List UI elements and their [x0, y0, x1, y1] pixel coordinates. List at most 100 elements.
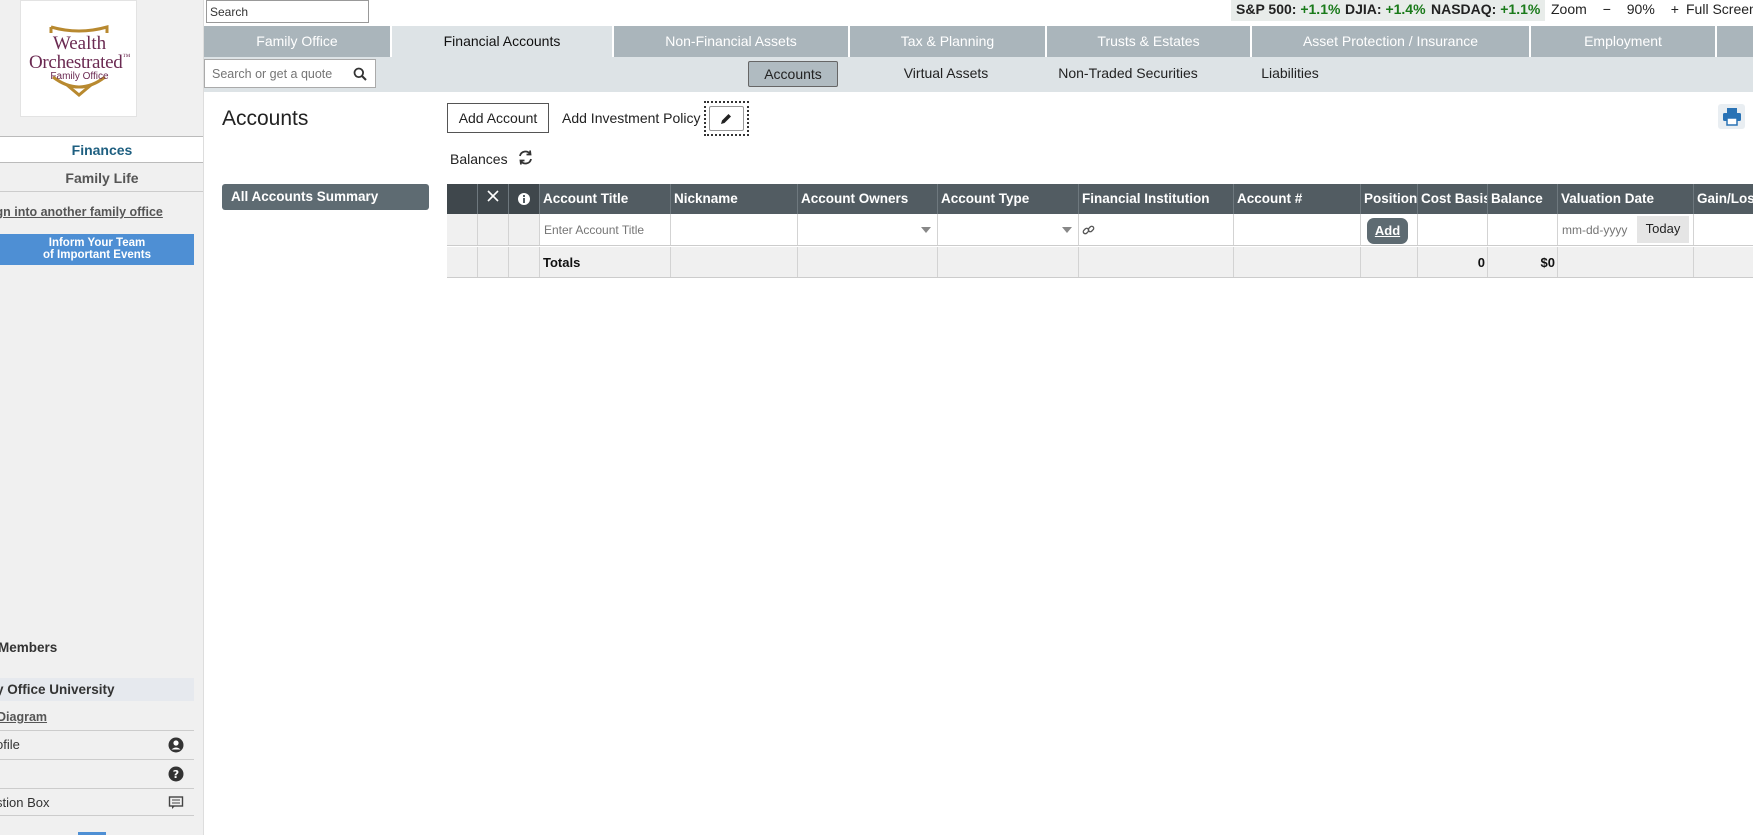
totals-cell-info: [508, 247, 539, 277]
cell-nickname: [670, 214, 797, 245]
add-investment-policy-label[interactable]: Add Investment Policy: [562, 110, 701, 126]
tab-tax-planning[interactable]: Tax & Planning: [850, 26, 1047, 57]
sidebar-help[interactable]: ?: [0, 759, 194, 787]
sidebar-tab-family-life[interactable]: Family Life: [0, 165, 203, 192]
ticker-nasdaq[interactable]: NASDAQ: +1.1%: [1426, 0, 1546, 21]
sidebar-members[interactable]: Members: [0, 640, 57, 655]
account-owners-select[interactable]: [797, 214, 937, 245]
ticker-sp500[interactable]: S&P 500: +1.1%: [1231, 0, 1346, 21]
sidebar-profile-label: ofile: [0, 737, 20, 752]
header-nickname[interactable]: Nickname: [670, 184, 797, 214]
search-icon[interactable]: [353, 67, 367, 81]
chat-bubble-icon: [168, 796, 184, 809]
quote-search-input[interactable]: [205, 60, 345, 87]
pencil-icon: [721, 114, 731, 124]
subtab-virtual-assets[interactable]: Virtual Assets: [886, 61, 1006, 87]
sidebar-diagram-link[interactable]: Diagram: [0, 710, 47, 724]
link-icon[interactable]: [1082, 224, 1095, 237]
chevron-down-icon: [1062, 227, 1072, 233]
subtab-accounts[interactable]: Accounts: [748, 61, 838, 87]
cell-info: [508, 214, 539, 245]
add-positions-button[interactable]: Add: [1367, 218, 1408, 244]
tab-asset-protection[interactable]: Asset Protection / Insurance: [1252, 26, 1531, 57]
sidebar-suggestion-box[interactable]: stion Box: [0, 788, 194, 816]
cell-balance: [1487, 214, 1557, 245]
sidebar-profile[interactable]: ofile: [0, 730, 194, 758]
totals-cell-institution: [1078, 247, 1233, 277]
sidebar: Wealth Orchestrated™ Family Office Finan…: [0, 0, 204, 835]
inform-team-line1: Inform Your Team: [48, 237, 146, 249]
account-title-input[interactable]: [543, 214, 670, 245]
header-cost-basis[interactable]: Cost Basis: [1417, 184, 1487, 214]
header-info-col[interactable]: [508, 184, 539, 214]
cell-positions: Add: [1360, 214, 1417, 245]
edit-policy-button[interactable]: [704, 101, 749, 136]
cell-account-title: [539, 214, 670, 245]
print-button[interactable]: [1718, 104, 1745, 129]
tab-trusts-estates[interactable]: Trusts & Estates: [1047, 26, 1252, 57]
account-type-select[interactable]: [937, 214, 1078, 245]
add-account-button[interactable]: Add Account: [447, 103, 549, 133]
svg-text:?: ?: [173, 768, 179, 781]
sidebar-tab-finances[interactable]: Finances: [0, 136, 203, 163]
tab-financial-accounts[interactable]: Financial Accounts: [392, 26, 614, 57]
account-number-input[interactable]: [1237, 214, 1360, 245]
sidebar-suggestion-label: stion Box: [0, 795, 50, 810]
user-circle-icon: [168, 737, 184, 753]
totals-cost-basis: 0: [1417, 247, 1487, 277]
tab-non-financial-assets[interactable]: Non-Financial Assets: [614, 26, 850, 57]
today-button[interactable]: Today: [1637, 216, 1689, 243]
logo[interactable]: Wealth Orchestrated™ Family Office: [20, 0, 137, 117]
table-row-totals: Totals 0 $0: [447, 247, 1753, 278]
cell-gain-loss: [1693, 214, 1753, 245]
cell-drag: [447, 214, 477, 245]
financial-institution-input[interactable]: [1078, 214, 1233, 245]
totals-cell-clear: [477, 247, 508, 277]
ticker-sp500-change: +1.1%: [1300, 1, 1341, 17]
totals-cell-type: [937, 247, 1078, 277]
cell-clear: [477, 214, 508, 245]
balances-label: Balances: [450, 151, 508, 167]
nickname-input[interactable]: [674, 214, 797, 245]
cost-basis-input[interactable]: [1421, 214, 1487, 245]
header-account-number[interactable]: Account #: [1233, 184, 1360, 214]
ticker-djia-name: DJIA:: [1345, 1, 1382, 17]
all-accounts-summary-button[interactable]: All Accounts Summary: [222, 184, 429, 210]
header-drag-col: [447, 184, 477, 214]
zoom-value: 90%: [1626, 1, 1655, 17]
header-clear-col[interactable]: [477, 184, 508, 214]
printer-icon: [1723, 108, 1741, 126]
main-nav: Family Office Financial Accounts Non-Fin…: [204, 26, 1753, 57]
ticker-djia[interactable]: DJIA: +1.4%: [1340, 0, 1431, 21]
sub-nav: Accounts Virtual Assets Non-Traded Secur…: [204, 57, 1753, 92]
header-balance[interactable]: Balance: [1487, 184, 1557, 214]
subtab-non-traded-securities[interactable]: Non-Traded Securities: [1042, 61, 1214, 87]
header-financial-institution[interactable]: Financial Institution: [1078, 184, 1233, 214]
top-search-input[interactable]: [206, 0, 369, 23]
zoom-out-button[interactable]: −: [1603, 1, 1611, 17]
tab-family-office[interactable]: Family Office: [204, 26, 392, 57]
header-account-title[interactable]: Account Title: [539, 184, 670, 214]
refresh-icon[interactable]: [517, 149, 534, 166]
table-row-new-account: Add Today: [447, 214, 1753, 246]
header-account-owners[interactable]: Account Owners: [797, 184, 937, 214]
header-account-type[interactable]: Account Type: [937, 184, 1078, 214]
logo-subtitle: Family Office: [50, 71, 109, 82]
balance-input[interactable]: [1491, 214, 1557, 245]
info-icon: [518, 193, 530, 205]
subtab-liabilities[interactable]: Liabilities: [1244, 61, 1336, 87]
header-valuation-date[interactable]: Valuation Date: [1557, 184, 1693, 214]
header-gain-loss[interactable]: Gain/Loss: [1693, 184, 1753, 214]
fullscreen-button[interactable]: Full Screen: [1686, 0, 1753, 21]
zoom-in-button[interactable]: +: [1671, 1, 1679, 17]
cell-cost-basis: [1417, 214, 1487, 245]
header-positions[interactable]: Positions: [1360, 184, 1417, 214]
quote-search-box: [204, 59, 376, 88]
totals-cell-gain-loss: [1693, 247, 1753, 277]
tab-employment[interactable]: Employment: [1531, 26, 1717, 57]
table-header: Account Title Nickname Account Owners Ac…: [447, 184, 1753, 214]
sidebar-university[interactable]: y Office University: [0, 678, 194, 701]
inform-team-button[interactable]: Inform Your Team of Important Events: [0, 234, 194, 265]
totals-cell-drag: [447, 247, 477, 277]
sign-into-another-office-link[interactable]: ign into another family office: [0, 205, 163, 219]
